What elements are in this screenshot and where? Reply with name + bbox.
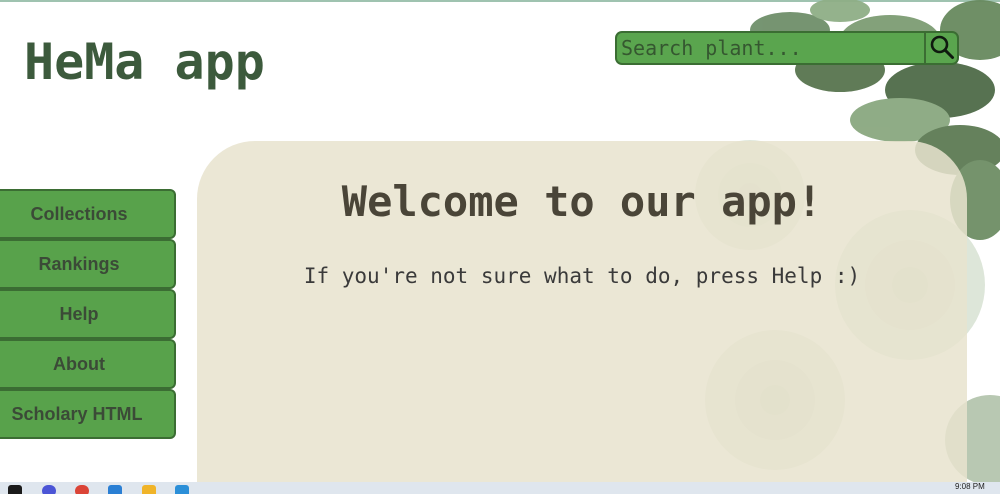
search-input[interactable]	[615, 31, 924, 65]
file-explorer-icon[interactable]	[142, 485, 156, 494]
taskbar-clock[interactable]: 9:08 PM	[955, 482, 985, 491]
sidebar-item-scholary-html[interactable]: Scholary HTML	[0, 389, 176, 439]
os-taskbar: 9:08 PM	[0, 482, 1000, 494]
sidebar-item-label: Help	[59, 303, 99, 324]
sidebar: Collections Rankings Help About Scholary…	[0, 189, 176, 439]
welcome-panel: Welcome to our app! If you're not sure w…	[197, 141, 967, 491]
sidebar-item-label: Rankings	[38, 253, 120, 274]
sidebar-item-label: Collections	[30, 203, 128, 224]
chrome-icon[interactable]	[75, 485, 89, 494]
sidebar-item-about[interactable]: About	[0, 339, 176, 389]
welcome-title: Welcome to our app!	[341, 177, 823, 226]
sidebar-item-label: Scholary HTML	[11, 403, 143, 424]
app-title: HeMa app	[24, 33, 265, 91]
search-bar	[615, 31, 959, 65]
store-icon[interactable]	[175, 485, 189, 494]
sidebar-item-label: About	[53, 353, 105, 374]
windows-start-icon[interactable]	[8, 485, 22, 494]
search-button[interactable]	[924, 31, 959, 65]
welcome-subtitle: If you're not sure what to do, press Hel…	[303, 264, 861, 288]
search-icon	[929, 34, 955, 63]
sidebar-item-collections[interactable]: Collections	[0, 189, 176, 239]
app-icon[interactable]	[42, 485, 56, 494]
sidebar-item-help[interactable]: Help	[0, 289, 176, 339]
sidebar-item-rankings[interactable]: Rankings	[0, 239, 176, 289]
vscode-icon[interactable]	[108, 485, 122, 494]
